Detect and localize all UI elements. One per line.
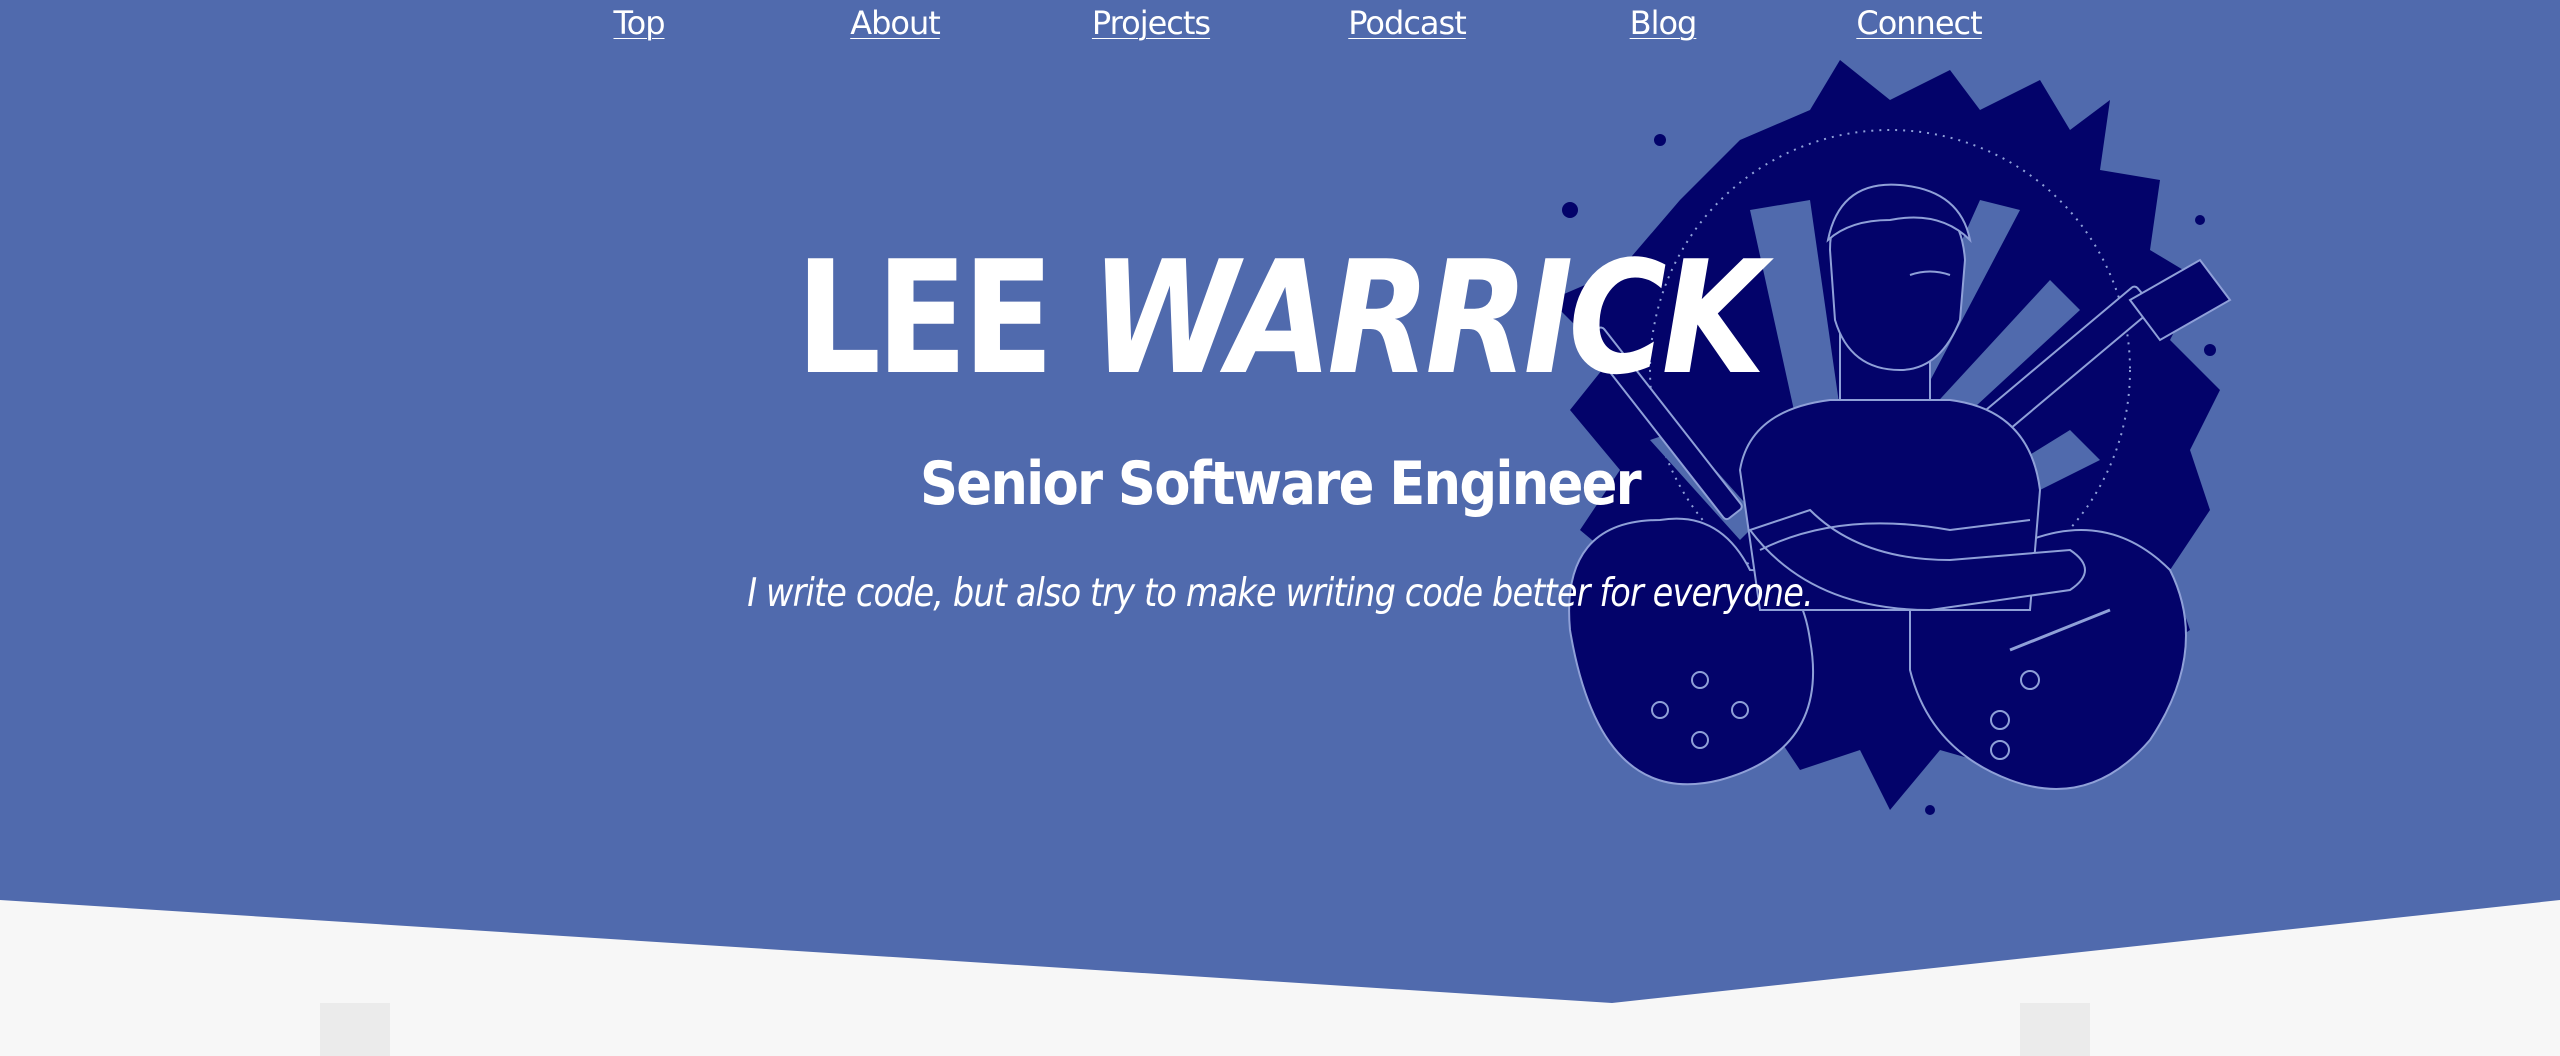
hero-section: Top About Projects Podcast Blog Connect … (0, 0, 2560, 1003)
next-section-preview (0, 1003, 2560, 1056)
nav-link-podcast[interactable]: Podcast (1348, 4, 1466, 42)
hero-name: LEE WARRICK (177, 228, 2379, 408)
faded-image-fragment (2020, 1003, 2090, 1056)
last-name: WARRICK (1090, 227, 1765, 409)
nav-link-connect[interactable]: Connect (1856, 4, 1982, 42)
hero-illustration (1550, 60, 2232, 815)
first-name: LEE (795, 227, 1054, 409)
nav-link-projects[interactable]: Projects (1092, 4, 1211, 42)
nav-link-top[interactable]: Top (614, 4, 666, 42)
nav-link-about[interactable]: About (850, 4, 941, 42)
nav-link-blog[interactable]: Blog (1630, 4, 1698, 42)
hero-tagline: I write code, but also try to make writi… (747, 571, 1813, 616)
faded-image-fragment (320, 1003, 390, 1056)
top-nav: Top About Projects Podcast Blog Connect (0, 0, 2560, 52)
hero-role: Senior Software Engineer (920, 449, 1642, 519)
